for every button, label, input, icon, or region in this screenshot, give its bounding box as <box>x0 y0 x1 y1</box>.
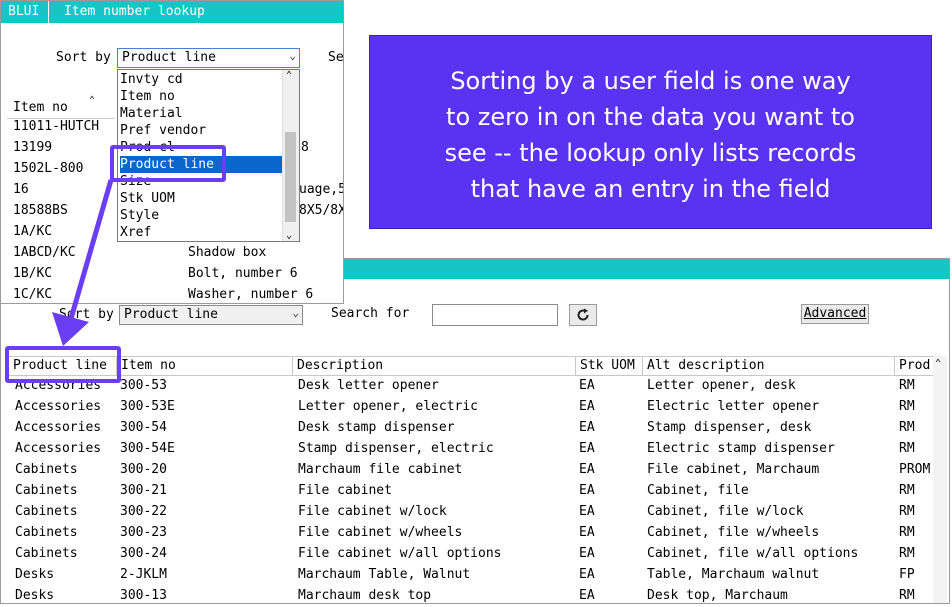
pointer-arrow <box>52 179 114 346</box>
